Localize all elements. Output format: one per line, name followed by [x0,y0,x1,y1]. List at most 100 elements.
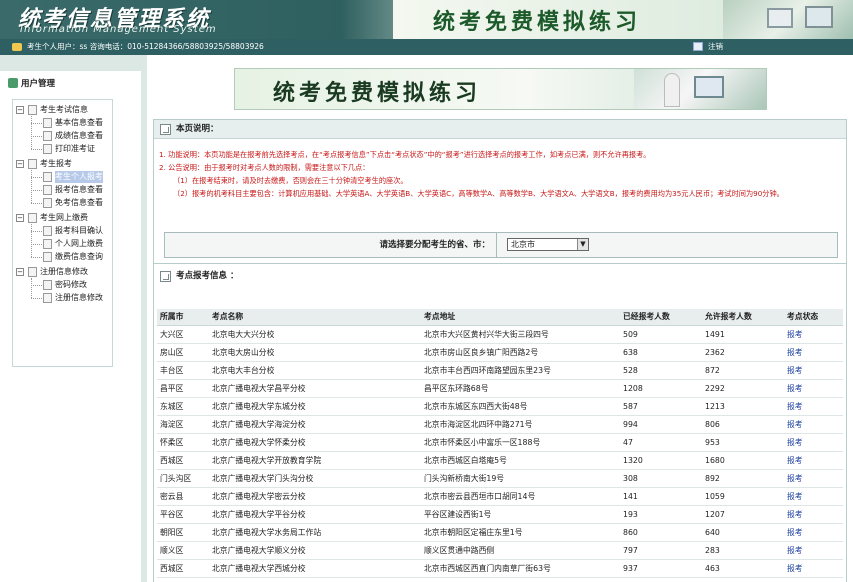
table-cell: 密云县 [157,487,209,506]
table-row: 朝阳区 北京广播电视大学水务局工作站 北京市朝阳区定福庄东里1号 860 640 报考 [157,523,843,542]
tree-connector [31,123,42,124]
main-content: 统考免费模拟练习 本页说明： 1. 功能说明：本页功能是在报考前先选择考点，在“… [147,55,853,582]
register-link[interactable]: 报考 [784,559,843,578]
register-link[interactable]: 报考 [784,451,843,470]
register-link[interactable]: 报考 [784,541,843,560]
table-cell: 2362 [702,343,784,362]
table-cell: 北京广播电视大学昌平分校 [209,379,421,398]
logout-icon [693,42,703,51]
register-link[interactable]: 报考 [784,397,843,416]
table-cell: 308 [620,469,702,488]
register-link[interactable]: 报考 [784,523,843,542]
province-select[interactable]: 北京市 ▼ [507,238,589,251]
collapse-icon[interactable]: − [16,106,24,114]
table-row: 昌平区 北京广播电视大学昌平分校 昌平区东环路68号 1208 2292 报考 [157,379,843,398]
register-link[interactable]: 报考 [784,433,843,452]
table-cell: 平谷区建设西街1号 [421,505,620,524]
monitor-icon [805,6,833,28]
folder-icon [28,213,37,223]
page-banner-title: 统考免费模拟练习 [273,81,482,106]
tree-connector [31,136,42,137]
table-cell: 北京市西城区西直门内南草厂街63号 [421,559,620,578]
register-link[interactable]: 报考 [784,361,843,380]
province-select-value: 北京市 [511,240,535,249]
table-cell: 587 [620,397,702,416]
sidebar: 用户管理 − 考生考试信息 基本信息查看 成绩信息查看 打印准考证 − 考生报考 考生个人报考… [0,55,147,582]
tree-group-label: 考生网上缴费 [40,213,88,222]
register-link[interactable]: 报考 [784,415,843,434]
sites-table: 所属市 考点名称 考点地址 已经报考人数 允许报考人数 考点状态 大兴区 北京电大大兴分校北… [157,309,843,578]
table-cell: 房山区 [157,343,209,362]
table-cell: 北京广播电视大学海淀分校 [209,415,421,434]
table-cell: 994 [620,415,702,434]
page-icon [43,239,52,249]
column-header: 考点地址 [421,309,620,326]
edit-icon [160,271,171,282]
table-cell: 463 [702,559,784,578]
table-row: 顺义区 北京广播电视大学顺义分校 顺义区贯通中路西侧 797 283 报考 [157,541,843,560]
description-title: 本页说明： [176,124,219,134]
table-header-row: 所属市 考点名称 考点地址 已经报考人数 允许报考人数 考点状态 [157,309,843,326]
sites-header: 考点报考信息 ： [154,264,846,289]
table-cell: 640 [702,523,784,542]
table-cell: 937 [620,559,702,578]
sites-title: 考点报考信息 ： [176,271,239,281]
table-cell: 门头沟新桥南大街19号 [421,469,620,488]
collapse-icon[interactable]: − [16,214,24,222]
table-cell: 北京广播电视大学东城分校 [209,397,421,416]
page-icon [43,172,52,182]
register-link[interactable]: 报考 [784,379,843,398]
table-cell: 北京广播电视大学西城分校 [209,559,421,578]
column-header: 考点状态 [784,309,843,326]
tree-item-label: 个人网上缴费 [55,239,103,248]
user-icon [12,43,22,51]
table-cell: 北京市西城区白塔庵5号 [421,451,620,470]
table-cell: 141 [620,487,702,506]
table-cell: 1680 [702,451,784,470]
register-link[interactable]: 报考 [784,487,843,506]
column-header: 允许报考人数 [702,309,784,326]
sidebar-top-strip [0,55,141,71]
logout-button[interactable]: 注销 [693,42,733,52]
collapse-icon[interactable]: − [16,268,24,276]
table-cell: 北京广播电视大学门头沟分校 [209,469,421,488]
page-icon [43,185,52,195]
collapse-icon[interactable]: − [16,160,24,168]
description-panel: 本页说明： 1. 功能说明：本页功能是在报考前先选择考点，在“考点报考信息”下点… [153,119,847,279]
table-cell: 1213 [702,397,784,416]
description-header: 本页说明： [154,120,846,139]
table-cell: 509 [620,325,702,344]
column-header: 考点名称 [209,309,421,326]
table-row: 海淀区 北京广播电视大学海淀分校 北京市海淀区北四环中路271号 994 806 报考 [157,415,843,434]
system-subtitle: Information Management System [20,24,217,35]
tree-item-label: 成绩信息查看 [55,131,103,140]
tree-item-label: 报考科目确认 [55,226,103,235]
table-cell: 北京广播电视大学水务局工作站 [209,523,421,542]
register-link[interactable]: 报考 [784,343,843,362]
sites-panel: 考点报考信息 ： 所属市 考点名称 考点地址 已经报考人数 允许报考人数 考点状态 大兴区… [153,263,847,582]
register-link[interactable]: 报考 [784,505,843,524]
tree-connector [31,177,42,178]
table-cell: 怀柔区 [157,433,209,452]
register-link[interactable]: 报考 [784,469,843,488]
chevron-down-icon[interactable]: ▼ [577,239,588,250]
tree-group-label: 考生报考 [40,159,72,168]
register-link[interactable]: 报考 [784,325,843,344]
table-cell: 806 [702,415,784,434]
description-line: （2）报考的机考科目主要包含：计算机应用基础、大学英语A、大学英语B、大学英语C… [173,189,784,198]
user-info-text: 考生个人用户：ss 咨询电话：010-51284366/58803925/588… [27,42,264,51]
table-cell: 1208 [620,379,702,398]
tree-group-label: 注册信息修改 [40,267,88,276]
table-cell: 1207 [702,505,784,524]
page-icon [43,280,52,290]
banner-photo [634,69,766,109]
table-cell: 昌平区 [157,379,209,398]
tree-connector [31,244,42,245]
tree-connector [31,170,32,203]
tree-item-label: 考生个人报考 [55,171,103,183]
table-cell: 北京市海淀区北四环中路271号 [421,415,620,434]
page-icon [43,226,52,236]
tree-connector [31,116,32,149]
column-header: 所属市 [157,309,209,326]
table-cell: 北京市大兴区黄村兴华大街三段四号 [421,325,620,344]
